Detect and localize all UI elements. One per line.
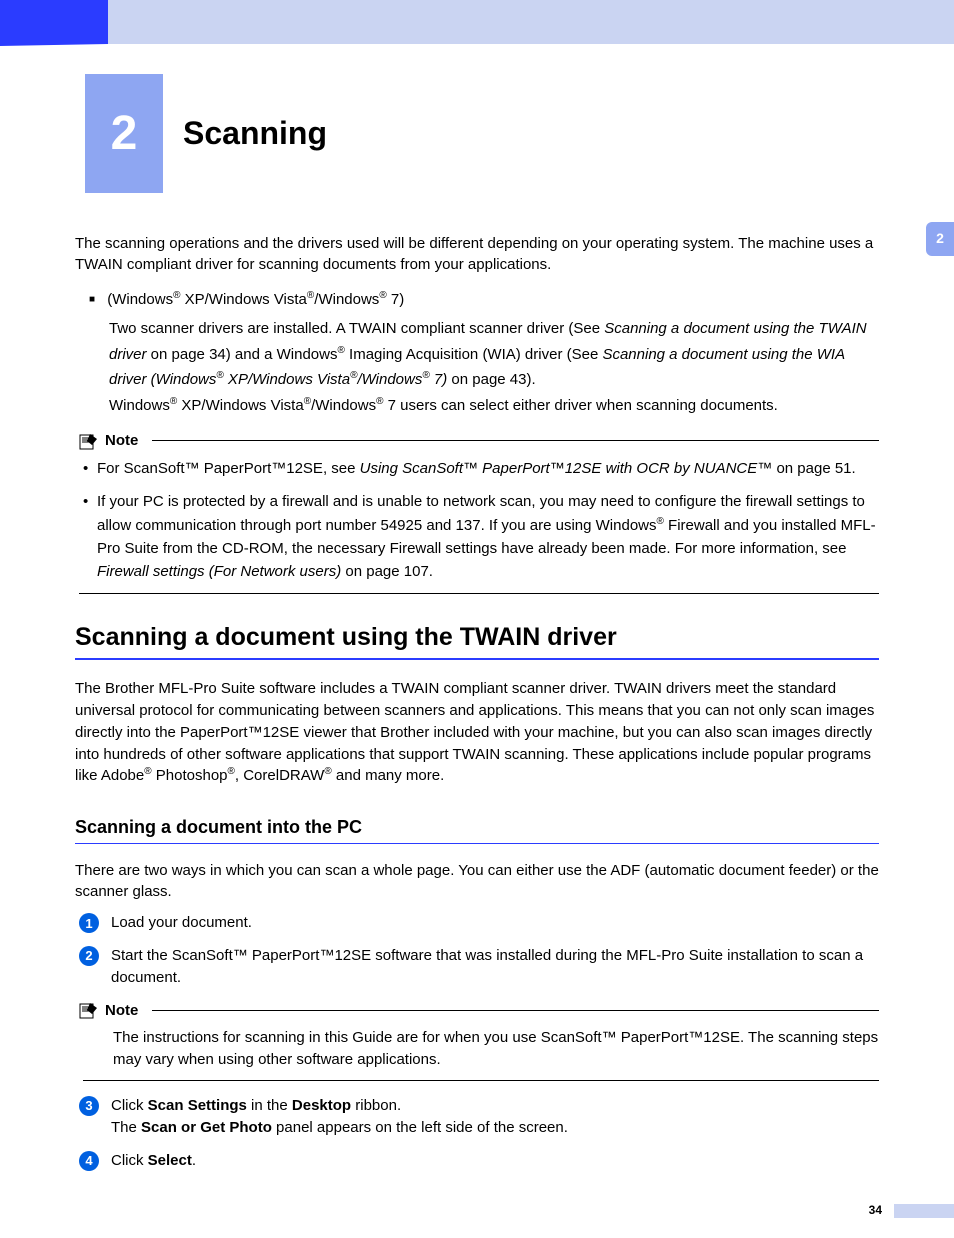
- note-label: Note: [105, 1000, 138, 1021]
- chapter-title: Scanning: [163, 74, 327, 193]
- note-list: • For ScanSoft™ PaperPort™12SE, see Usin…: [83, 457, 879, 583]
- os-bullet: (Windows® XP/Windows Vista®/Windows® 7) …: [89, 289, 879, 418]
- note-header: Note: [79, 430, 879, 451]
- note-icon: [79, 432, 99, 450]
- step-body: Load your document.: [111, 912, 879, 935]
- step-body: Click Scan Settings in the Desktop ribbo…: [111, 1095, 879, 1140]
- os-bullet-head: (Windows® XP/Windows Vista®/Windows® 7): [89, 289, 879, 310]
- note-label: Note: [105, 430, 138, 451]
- step-body: Start the ScanSoft™ PaperPort™12SE softw…: [111, 945, 879, 990]
- subsection-heading-pc: Scanning a document into the PC: [75, 815, 879, 840]
- section-heading-twain: Scanning a document using the TWAIN driv…: [75, 620, 879, 655]
- twain-paragraph: The Brother MFL-Pro Suite software inclu…: [75, 678, 879, 787]
- step-2: 2 Start the ScanSoft™ PaperPort™12SE sof…: [79, 945, 879, 990]
- step-4: 4 Click Select.: [79, 1150, 879, 1173]
- chapter-number: 2: [85, 74, 163, 193]
- inner-note: Note The instructions for scanning in th…: [79, 1000, 879, 1081]
- step-number-icon: 3: [79, 1096, 99, 1116]
- step-number-icon: 1: [79, 913, 99, 933]
- step-body: Click Select.: [111, 1150, 879, 1173]
- pc-intro: There are two ways in which you can scan…: [75, 860, 879, 902]
- page-number-bar: [894, 1204, 954, 1218]
- step-1: 1 Load your document.: [79, 912, 879, 935]
- note-item: • If your PC is protected by a firewall …: [83, 490, 879, 583]
- note-body: The instructions for scanning in this Gu…: [113, 1027, 879, 1072]
- note-item: • For ScanSoft™ PaperPort™12SE, see Usin…: [83, 457, 879, 480]
- header-bar: [0, 0, 954, 46]
- step-number-icon: 2: [79, 946, 99, 966]
- chapter-header: 2 Scanning: [85, 74, 879, 193]
- step-number-icon: 4: [79, 1151, 99, 1171]
- step-3: 3 Click Scan Settings in the Desktop rib…: [79, 1095, 879, 1140]
- os-bullet-body: Two scanner drivers are installed. A TWA…: [109, 316, 879, 418]
- intro-paragraph: The scanning operations and the drivers …: [75, 233, 879, 275]
- note-icon: [79, 1001, 99, 1019]
- page-number: 34: [869, 1202, 882, 1219]
